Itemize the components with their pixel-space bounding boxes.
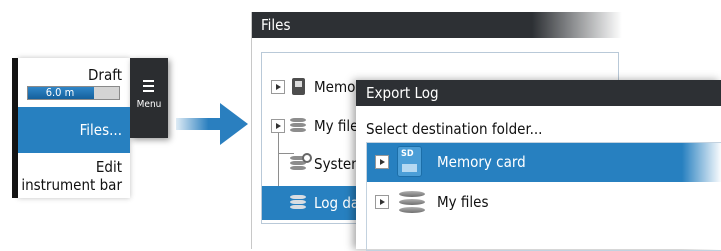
memory-card-icon: [292, 78, 305, 95]
database-icon: [290, 118, 306, 133]
expand-arrow-icon[interactable]: [375, 155, 389, 169]
files-window-title: Files: [261, 16, 291, 34]
gear-icon: [302, 153, 312, 163]
export-log-dialog: Export Log Select destination folder... …: [356, 80, 721, 251]
menu-item-files[interactable]: Files...: [18, 107, 130, 153]
expand-arrow-icon[interactable]: [271, 119, 285, 133]
destination-my-files[interactable]: My files: [367, 183, 721, 222]
hamburger-icon: [143, 80, 154, 95]
right-arrow-icon: [176, 103, 248, 145]
destination-tree: Memory card My files: [366, 142, 721, 251]
expand-arrow-icon[interactable]: [375, 195, 389, 209]
sd-card-icon: [397, 146, 422, 177]
menu-button-label: Menu: [136, 99, 162, 110]
export-log-titlebar: Export Log: [356, 80, 721, 106]
draft-value: 6.0 m: [45, 86, 75, 99]
destination-memory-card[interactable]: Memory card: [367, 143, 721, 182]
menu-item-files-label: Files...: [79, 121, 122, 139]
menu-item-edit-instrument-bar[interactable]: Edit instrument bar: [20, 158, 122, 194]
menu-button[interactable]: Menu: [130, 58, 168, 138]
destination-label: Memory card: [437, 153, 526, 171]
export-log-title: Export Log: [366, 84, 439, 102]
draft-label: Draft: [88, 66, 122, 84]
expand-arrow-icon[interactable]: [271, 80, 285, 94]
database-icon: [290, 195, 306, 210]
destination-prompt: Select destination folder...: [366, 120, 543, 138]
database-icon: [399, 191, 425, 217]
files-window-titlebar: Files: [252, 12, 622, 38]
destination-label: My files: [437, 193, 489, 211]
